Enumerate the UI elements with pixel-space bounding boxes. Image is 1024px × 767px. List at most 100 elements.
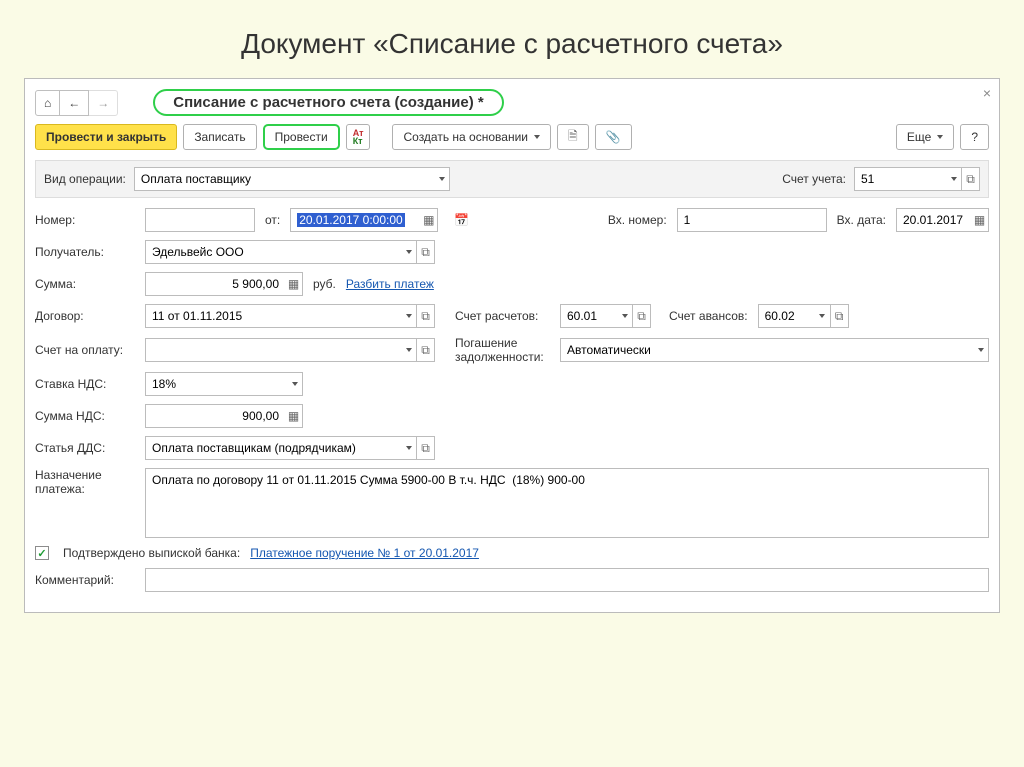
dropdown-icon[interactable] [399,338,417,362]
document-title: Списание с расчетного счета (создание) * [153,89,503,116]
operation-label: Вид операции: [44,172,126,186]
recipient-input[interactable] [145,240,399,264]
dropdown-icon[interactable] [399,304,417,328]
debt-label-1: Погашение [455,336,550,350]
incoming-number-input[interactable] [677,208,827,232]
amount-input[interactable] [145,272,285,296]
post-button[interactable]: Провести [263,124,340,150]
open-icon[interactable]: ⧉ [417,436,435,460]
comment-label: Комментарий: [35,573,135,587]
vat-rate-combo[interactable] [145,372,303,396]
forward-icon: → [97,96,109,110]
amount-label: Сумма: [35,277,135,291]
payment-order-link[interactable]: Платежное поручение № 1 от 20.01.2017 [250,546,479,560]
comment-input[interactable] [145,568,989,592]
account-combo[interactable]: ⧉ [854,167,980,191]
open-icon[interactable]: ⧉ [417,304,435,328]
calendar-icon[interactable]: ▦ [420,208,438,232]
invoice-input[interactable] [145,338,399,362]
post-and-close-button[interactable]: Провести и закрыть [35,124,177,150]
confirmed-label: Подтверждено выпиской банка: [63,546,240,560]
split-payment-link[interactable]: Разбить платеж [346,277,434,291]
vat-rate-label: Ставка НДС: [35,377,135,391]
home-icon: ⌂ [44,96,51,110]
number-label: Номер: [35,213,135,227]
account-label: Счет учета: [782,172,846,186]
calc-icon[interactable]: ▦ [285,272,303,296]
advance-account-input[interactable] [758,304,813,328]
date-value: 20.01.2017 0:00:00 [297,213,404,227]
back-icon: ← [68,96,80,110]
dropdown-icon[interactable] [399,436,417,460]
chevron-down-icon [937,135,943,139]
create-based-button[interactable]: Создать на основании [392,124,551,150]
debt-combo[interactable] [560,338,989,362]
purpose-textarea[interactable] [145,468,989,538]
report-button[interactable]: 🗎 [557,124,589,150]
calendar-small-icon[interactable]: 📅 [454,213,469,227]
contract-combo[interactable]: ⧉ [145,304,435,328]
page-heading: Документ «Списание с расчетного счета» [0,0,1024,78]
vat-amount-input[interactable] [145,404,285,428]
invoice-combo[interactable]: ⧉ [145,338,435,362]
open-icon[interactable]: ⧉ [417,240,435,264]
vat-rate-input[interactable] [145,372,285,396]
open-icon[interactable]: ⧉ [831,304,849,328]
contract-label: Договор: [35,309,135,323]
account-input[interactable] [854,167,944,191]
advance-account-combo[interactable]: ⧉ [758,304,849,328]
clip-icon: 📎 [606,130,621,144]
toolbar: Провести и закрыть Записать Провести АтК… [35,124,989,150]
dds-label: Статья ДДС: [35,441,135,455]
recipient-label: Получатель: [35,245,135,259]
confirmed-checkbox[interactable]: ✓ [35,546,49,560]
incoming-date-label: Вх. дата: [837,213,886,227]
dtkt-button[interactable]: АтКт [346,124,371,150]
dropdown-icon[interactable] [399,240,417,264]
settlement-account-combo[interactable]: ⧉ [560,304,651,328]
attach-button[interactable]: 📎 [595,124,632,150]
dds-combo[interactable]: ⧉ [145,436,435,460]
open-icon[interactable]: ⧉ [633,304,651,328]
more-button[interactable]: Еще [896,124,954,150]
forward-button[interactable]: → [88,90,118,116]
advance-account-label: Счет авансов: [669,309,748,323]
incoming-date-combo[interactable]: ▦ [896,208,989,232]
dropdown-icon[interactable] [813,304,831,328]
calc-icon[interactable]: ▦ [285,404,303,428]
calendar-icon[interactable]: ▦ [971,208,989,232]
dropdown-icon[interactable] [971,338,989,362]
debt-input[interactable] [560,338,971,362]
operation-combo[interactable] [134,167,450,191]
invoice-label: Счет на оплату: [35,343,135,357]
contract-input[interactable] [145,304,399,328]
currency-label: руб. [313,277,336,291]
operation-input[interactable] [134,167,432,191]
nav-bar: ⌂ ← → Списание с расчетного счета (созда… [35,89,989,116]
from-label: от: [265,213,280,227]
dropdown-icon[interactable] [285,372,303,396]
dropdown-icon[interactable] [432,167,450,191]
document-window: × ⌂ ← → Списание с расчетного счета (соз… [24,78,1000,613]
debt-label-2: задолженности: [455,350,550,364]
number-input[interactable] [145,208,255,232]
dtkt-icon: АтКт [353,129,364,145]
help-button[interactable]: ? [960,124,989,150]
document-icon: 🗎 [568,127,578,148]
amount-combo[interactable]: ▦ [145,272,303,296]
vat-amount-combo[interactable]: ▦ [145,404,303,428]
back-button[interactable]: ← [59,90,89,116]
open-icon[interactable]: ⧉ [962,167,980,191]
settlement-account-input[interactable] [560,304,615,328]
open-icon[interactable]: ⧉ [417,338,435,362]
dropdown-icon[interactable] [615,304,633,328]
incoming-date-input[interactable] [896,208,971,232]
date-combo[interactable]: 20.01.2017 0:00:00 ▦ [290,208,438,232]
save-button[interactable]: Записать [183,124,256,150]
dropdown-icon[interactable] [944,167,962,191]
home-button[interactable]: ⌂ [35,90,60,116]
close-icon[interactable]: × [983,85,991,101]
recipient-combo[interactable]: ⧉ [145,240,435,264]
dds-input[interactable] [145,436,399,460]
chevron-down-icon [534,135,540,139]
